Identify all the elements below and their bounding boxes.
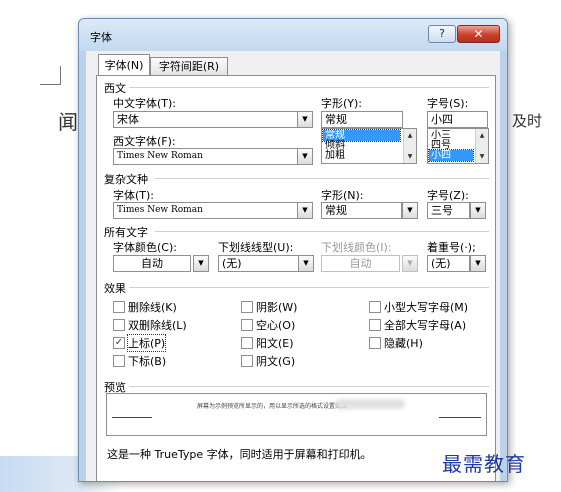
strikethrough-checkbox[interactable] — [113, 301, 125, 313]
western-font-label: 西文字体(F): — [113, 135, 176, 148]
style-listbox[interactable]: 常规 倾斜 加粗 ▲ ▼ — [321, 128, 417, 164]
hidden-checkbox[interactable] — [369, 337, 381, 349]
complex-font-label: 字体(T): — [113, 189, 155, 202]
section-western: 西文 — [104, 82, 126, 95]
chevron-down-icon[interactable]: ▼ — [297, 148, 313, 165]
chevron-down-icon[interactable]: ▼ — [470, 255, 486, 272]
style-scrollbar[interactable]: ▲ ▼ — [403, 129, 416, 163]
list-item[interactable]: 小四 — [428, 149, 474, 162]
size-listbox[interactable]: 小三 四号 小四 ▲ ▼ — [427, 128, 489, 164]
emboss-checkbox[interactable] — [241, 337, 253, 349]
superscript-label[interactable]: 上标(P) — [126, 334, 167, 352]
preview-baseline-left — [112, 417, 152, 418]
scroll-up-icon[interactable]: ▲ — [476, 130, 488, 141]
close-button[interactable]: ✕ — [457, 25, 500, 43]
dialog-title: 字体 — [90, 31, 112, 44]
preview-blur — [335, 399, 405, 409]
small-caps-checkbox[interactable] — [369, 301, 381, 313]
subscript-label[interactable]: 下标(B) — [128, 353, 166, 369]
truetype-note: 这是一种 TrueType 字体，同时适用于屏幕和打印机。 — [107, 448, 372, 461]
document-margin-mark — [60, 66, 61, 85]
chevron-down-icon[interactable]: ▼ — [193, 255, 209, 272]
section-effects: 效果 — [104, 282, 126, 295]
underline-style-select[interactable]: (无) — [218, 255, 299, 272]
chevron-down-icon[interactable]: ▼ — [402, 202, 418, 219]
help-button[interactable]: ? — [428, 25, 456, 43]
hidden-label[interactable]: 隐藏(H) — [384, 335, 423, 351]
preview-baseline-right — [439, 417, 481, 418]
engrave-label[interactable]: 阴文(G) — [256, 353, 295, 369]
section-complex-script: 复杂文种 — [104, 173, 148, 186]
document-margin-mark — [40, 84, 60, 85]
underline-style-label: 下划线线型(U): — [218, 241, 294, 254]
dialog-titlebar[interactable]: 字体 ? ✕ — [79, 19, 507, 51]
all-caps-checkbox[interactable] — [369, 319, 381, 331]
tab-bar: 字体(N) 字符间距(R) — [86, 51, 500, 76]
chevron-down-icon[interactable]: ▼ — [298, 255, 314, 272]
shadow-label[interactable]: 阴影(W) — [256, 299, 297, 315]
complex-size-label: 字号(Z): — [427, 189, 469, 202]
small-caps-label[interactable]: 小型大写字母(M) — [384, 299, 468, 315]
outline-checkbox[interactable] — [241, 319, 253, 331]
section-divider — [129, 287, 489, 288]
preview-box: 屏幕为示例预览所显示的，用以显示所选的格式设置效果 — [106, 393, 487, 436]
western-font-select[interactable]: Times New Roman — [113, 148, 298, 165]
underline-color-select: 自动 — [321, 255, 400, 272]
chinese-font-label: 中文字体(T): — [113, 97, 177, 110]
style-input[interactable]: 常规 — [321, 111, 403, 128]
document-text-right: 及时 — [512, 112, 543, 130]
complex-font-select[interactable]: Times New Roman — [113, 202, 298, 219]
double-strikethrough-checkbox[interactable] — [113, 319, 125, 331]
scroll-up-icon[interactable]: ▲ — [404, 130, 416, 141]
size-input[interactable]: 小四 — [427, 111, 488, 128]
complex-style-label: 字形(N): — [321, 189, 364, 202]
scroll-down-icon[interactable]: ▼ — [476, 151, 488, 162]
emphasis-mark-label: 着重号(·); — [427, 241, 476, 254]
engrave-checkbox[interactable] — [241, 355, 253, 367]
font-tab-panel: 西文 中文字体(T): 宋体 ▼ 西文字体(F): Times New Roma… — [96, 75, 496, 481]
size-scrollbar[interactable]: ▲ ▼ — [475, 129, 488, 163]
document-text-left: 闻 — [58, 110, 78, 134]
chevron-down-icon[interactable]: ▼ — [470, 202, 486, 219]
preview-sample-text: 屏幕为示例预览所显示的，用以显示所选的格式设置效果 — [197, 403, 348, 410]
section-divider — [155, 231, 489, 232]
section-divider — [155, 178, 489, 179]
all-caps-label[interactable]: 全部大写字母(A) — [384, 317, 466, 333]
complex-size-select[interactable]: 三号 — [427, 202, 470, 219]
scroll-down-icon[interactable]: ▼ — [404, 151, 416, 162]
double-strikethrough-label[interactable]: 双删除线(L) — [128, 317, 187, 333]
chinese-font-select[interactable]: 宋体 — [113, 111, 298, 128]
section-divider — [129, 386, 489, 387]
chevron-down-icon: ▼ — [402, 255, 418, 272]
strikethrough-label[interactable]: 删除线(K) — [128, 299, 177, 315]
underline-color-label: 下划线颜色(I): — [321, 241, 392, 254]
tab-character-spacing[interactable]: 字符间距(R) — [150, 57, 228, 75]
font-color-select[interactable]: 自动 — [113, 255, 191, 272]
section-all-text: 所有文字 — [104, 226, 148, 239]
style-label: 字形(Y): — [321, 97, 363, 110]
size-label: 字号(S): — [427, 97, 469, 110]
chevron-down-icon[interactable]: ▼ — [297, 111, 313, 128]
section-divider — [129, 87, 489, 88]
superscript-checkbox[interactable]: ✓ — [113, 337, 125, 349]
font-color-label: 字体颜色(C): — [113, 241, 177, 254]
tab-font[interactable]: 字体(N) — [98, 54, 150, 76]
chevron-down-icon[interactable]: ▼ — [297, 202, 313, 219]
outline-label[interactable]: 空心(O) — [256, 317, 295, 333]
list-item[interactable]: 加粗 — [323, 150, 400, 161]
complex-style-select[interactable]: 常规 — [321, 202, 402, 219]
watermark-logo: 最需教育 — [442, 452, 526, 476]
shadow-checkbox[interactable] — [241, 301, 253, 313]
emphasis-mark-select[interactable]: (无) — [427, 255, 470, 272]
font-dialog: 字体 ? ✕ 字体(N) 字符间距(R) 西文 中文字体(T): 宋体 ▼ 西文… — [78, 18, 508, 482]
dialog-content: 字体(N) 字符间距(R) 西文 中文字体(T): 宋体 ▼ 西文字体(F): … — [86, 51, 500, 481]
emboss-label[interactable]: 阳文(E) — [256, 335, 294, 351]
subscript-checkbox[interactable] — [113, 355, 125, 367]
